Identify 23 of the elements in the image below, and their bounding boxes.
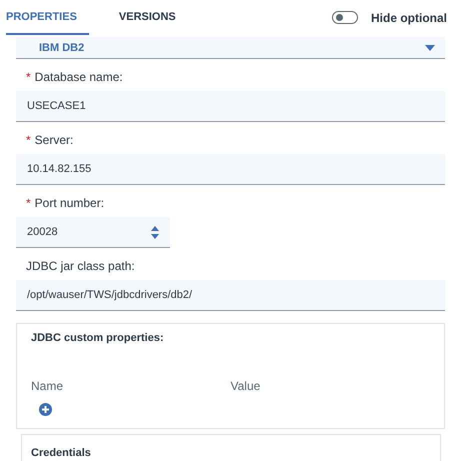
section-title: JDBC custom properties:: [31, 332, 164, 344]
field-label: JDBC jar class path:: [26, 259, 135, 273]
tab[interactable]: VERSIONS: [118, 0, 186, 35]
input-field[interactable]: /opt/wauser/TWS/jdbcdrivers/db2/: [16, 280, 445, 311]
stepper-icon: [151, 226, 159, 238]
section-title: Credentials: [31, 447, 91, 459]
tab[interactable]: PROPERTIES: [6, 0, 89, 35]
add-icon[interactable]: [39, 403, 52, 416]
required-mark: *: [26, 133, 31, 147]
toggle-switch[interactable]: [332, 11, 358, 24]
field-label: Server:: [34, 133, 74, 147]
input-field[interactable]: USECASE1: [16, 91, 445, 122]
input-field[interactable]: 10.14.82.155: [16, 154, 445, 185]
field-label: Database name:: [34, 70, 123, 84]
column-header: Name: [31, 379, 64, 393]
dropdown[interactable]: IBM DB2: [16, 37, 445, 59]
toggle-label: Hide optional: [371, 10, 447, 24]
field-label: Port number:: [34, 196, 104, 210]
required-mark: *: [26, 196, 31, 210]
column-header: Value: [230, 379, 262, 393]
number-field[interactable]: 20028: [16, 217, 170, 248]
required-mark: *: [26, 70, 31, 84]
caret-icon: [425, 44, 435, 50]
